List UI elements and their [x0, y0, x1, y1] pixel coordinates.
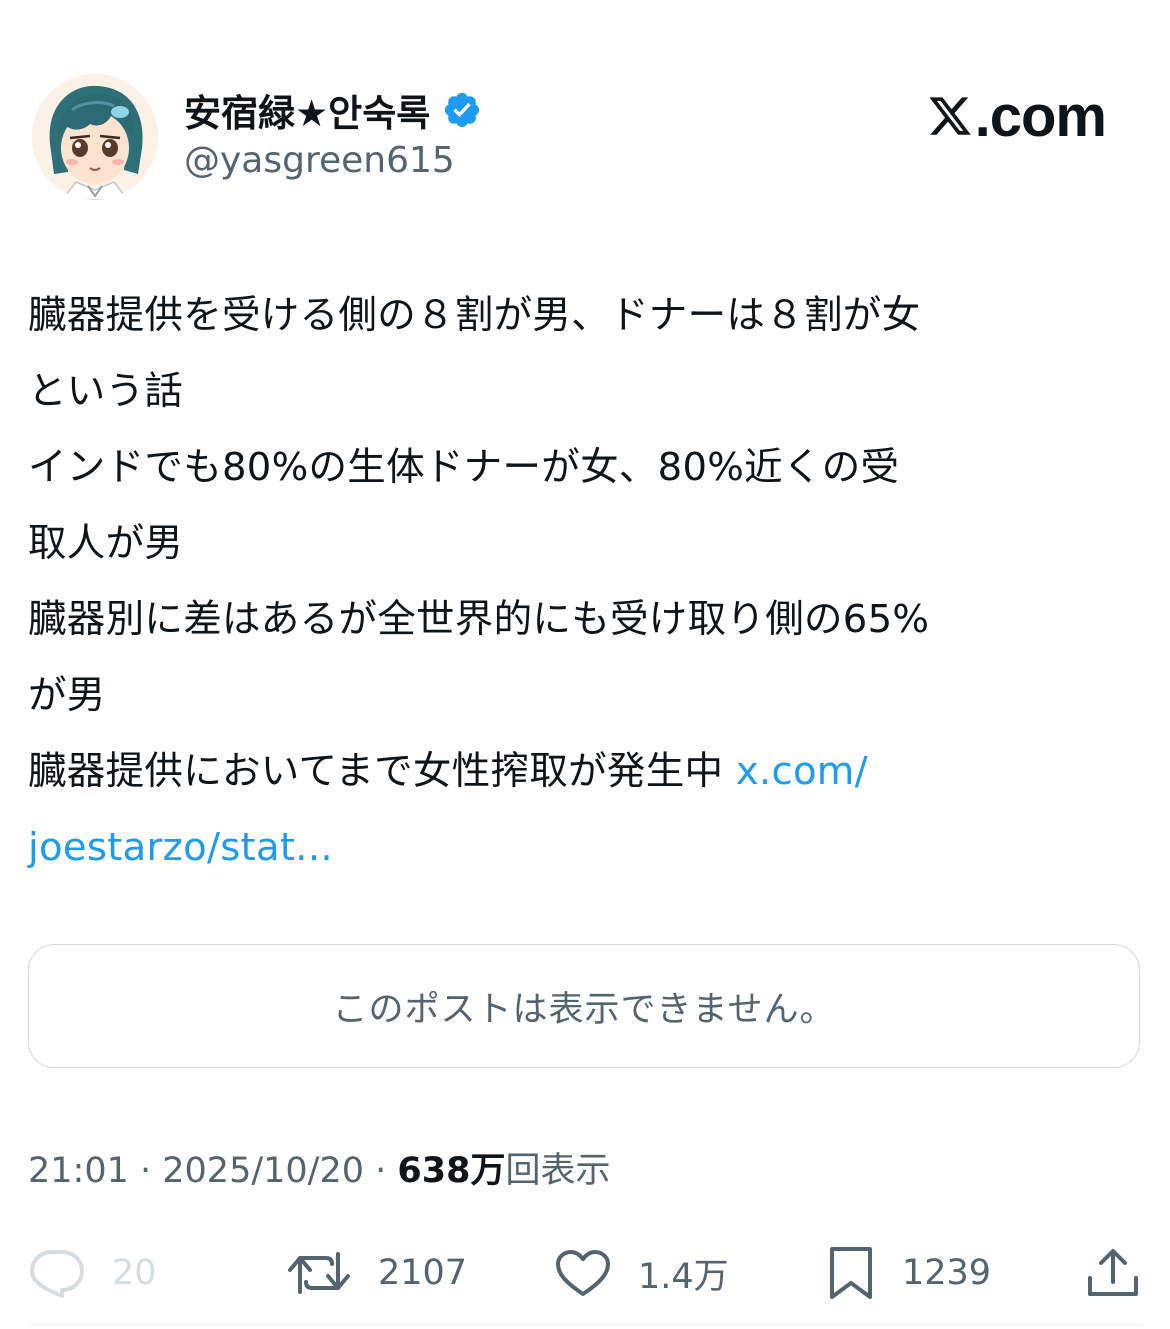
tweet-line-with-link: 臓器提供においてまで女性搾取が発生中 x.com/	[28, 734, 1142, 810]
divider	[28, 1324, 1142, 1325]
tweet-line: 臓器提供においてまで女性搾取が発生中	[28, 749, 736, 794]
tweet-line-link-continued: joestarzo/stat...	[28, 810, 1142, 886]
anime-avatar-icon	[32, 74, 158, 200]
post-time[interactable]: 21:01	[28, 1151, 129, 1191]
quoted-post-unavailable[interactable]: このポストは表示できません。	[28, 944, 1140, 1068]
verified-badge-icon	[445, 92, 480, 128]
repost-icon	[288, 1252, 350, 1294]
bookmark-count: 1239	[902, 1253, 992, 1293]
post-date[interactable]: 2025/10/20	[162, 1151, 364, 1191]
avatar[interactable]	[32, 74, 158, 200]
like-count: 1.4万	[638, 1256, 729, 1297]
tweet-line: が男	[28, 673, 106, 718]
tweet-link-continued[interactable]: joestarzo/stat...	[28, 825, 333, 870]
display-name[interactable]: 安宿緑★안숙록	[184, 83, 430, 137]
action-bar: 20 2107 1.4万 1239	[28, 1238, 1142, 1308]
views-count[interactable]: 638万	[397, 1151, 505, 1191]
tweet-line: 臓器別に差はあるが全世界的にも受け取り側の65%	[28, 597, 930, 642]
meta-separator: ·	[128, 1151, 163, 1191]
repost-count: 2107	[378, 1253, 468, 1293]
x-brand-logo: .com	[927, 84, 1107, 149]
tweet-line: インドでも80%の生体ドナーが女、80%近くの受	[28, 445, 900, 490]
name-row: 安宿緑★안숙록	[184, 84, 482, 136]
reply-count: 20	[112, 1253, 157, 1293]
x-logo-icon	[929, 97, 971, 135]
repost-button[interactable]: 2107	[286, 1238, 467, 1308]
post-meta: 21:01 · 2025/10/20 · 638万回表示	[28, 1142, 610, 1193]
views-label: 回表示	[505, 1151, 611, 1191]
share-button[interactable]	[1086, 1238, 1140, 1308]
brand-logo-text: .com	[974, 83, 1107, 149]
tweet-line: 取人が男	[28, 521, 184, 566]
bookmark-icon	[830, 1247, 872, 1299]
reply-button[interactable]: 20	[28, 1238, 157, 1308]
tweet-line: 臓器提供を受ける側の８割が男、ドナーは８割が女	[28, 293, 921, 338]
tweet-line: という話	[28, 369, 184, 414]
tweet-text: 臓器提供を受ける側の８割が男、ドナーは８割が女 という話 インドでも80%の生体…	[28, 278, 1142, 886]
user-handle[interactable]: @yasgreen615	[184, 140, 455, 181]
tweet-header: 安宿緑★안숙록 @yasgreen615 .com	[28, 70, 1142, 210]
tweet-link[interactable]: x.com/	[736, 749, 868, 794]
like-button[interactable]: 1.4万	[554, 1238, 729, 1308]
quoted-post-message: このポストは表示できません。	[332, 989, 836, 1030]
share-icon	[1088, 1249, 1138, 1296]
reply-icon	[30, 1250, 84, 1298]
bookmark-button[interactable]: 1239	[826, 1238, 991, 1308]
heart-icon	[556, 1250, 610, 1296]
meta-separator: ·	[364, 1151, 398, 1191]
